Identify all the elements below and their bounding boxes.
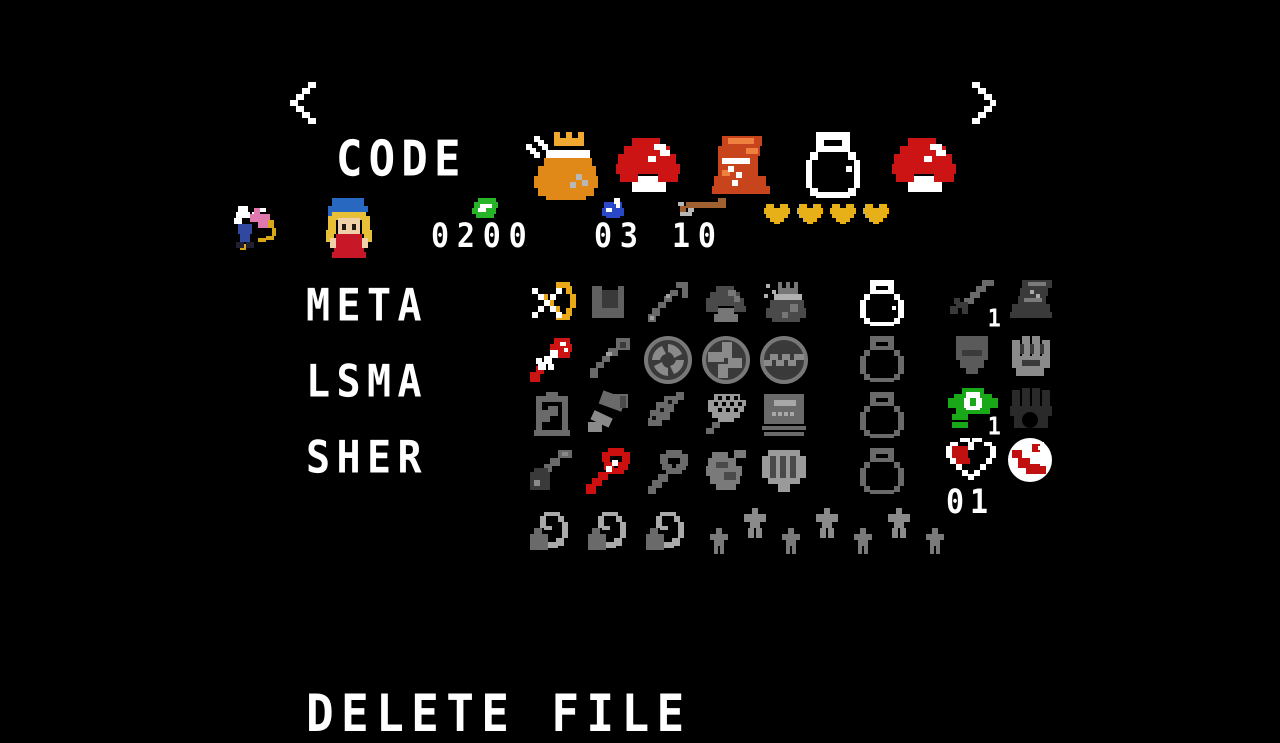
heart-icon [795,200,825,230]
cape-icon[interactable] [698,444,754,500]
heart-icon [762,200,792,230]
magic-cape-icon[interactable] [582,444,638,500]
crystal-row [706,504,946,564]
fire-rod-icon[interactable] [524,332,580,388]
bomb-bag-icon[interactable] [582,508,638,560]
crystal-icon[interactable] [884,506,914,546]
name-row-1: META [306,280,428,332]
ether-medallion-icon[interactable] [698,332,754,388]
bug-net-icon[interactable] [698,388,754,444]
gauntlet-icon[interactable] [1002,330,1060,384]
crystal-icon[interactable] [706,526,732,562]
player-sprite [316,194,380,264]
book-icon[interactable] [756,388,812,444]
sword-icon[interactable]: 1 [944,276,1002,332]
bomb-bag-icon[interactable] [524,508,580,560]
heart-container-row [762,200,891,230]
rupee-count: 0200 [431,216,535,257]
name-row-2: LSMA [306,356,428,408]
crystal-icon[interactable] [740,506,770,546]
bottle-slot-2[interactable] [852,332,912,388]
game-screen: CODE 0200 03 10 META LSMA SHER 1 1 01 DE… [0,0,1280,739]
tunic-icon[interactable]: 1 [944,384,1002,440]
fairy-sprite [228,196,290,262]
bombos-medallion-icon[interactable] [640,332,696,388]
next-file-arrow-icon[interactable] [962,80,996,124]
glove-boot-icon[interactable] [1002,276,1060,330]
name-row-3: SHER [306,432,428,484]
quake-medallion-icon[interactable] [756,332,812,388]
cane-byrna-icon[interactable] [640,444,696,500]
heart-icon [861,200,891,230]
file-header: CODE [0,62,1280,200]
shield-icon[interactable] [944,330,1002,384]
arrow-count: 10 [672,216,724,257]
mirror-icon[interactable] [756,444,812,500]
bottle-slot-3[interactable] [852,388,912,444]
bomb-bag-icon[interactable] [640,508,696,560]
lantern-icon[interactable] [524,388,580,444]
heart-piece-icon[interactable] [944,434,1002,488]
file-name-label: CODE [336,130,467,188]
ice-rod-icon[interactable] [582,332,638,388]
crystal-icon[interactable] [812,506,842,546]
shovel-icon[interactable] [524,444,580,500]
crystal-icon[interactable] [778,526,804,562]
boomerang-icon[interactable] [582,276,638,332]
heart-icon [828,200,858,230]
flute-icon[interactable] [640,388,696,444]
hookshot-icon[interactable] [640,276,696,332]
prev-file-arrow-icon[interactable] [284,80,318,124]
equipment-count: 01 [946,482,995,523]
bomb-count: 03 [594,216,646,257]
delete-file-button[interactable]: DELETE FILE [306,687,692,739]
hammer-icon[interactable] [582,388,638,444]
powder-bag-icon[interactable] [756,276,812,332]
bow-icon[interactable] [524,276,580,332]
moon-pearl-icon[interactable] [1002,434,1060,488]
crystal-icon[interactable] [850,526,876,562]
bottle-slot-1[interactable] [852,276,912,332]
flippers-icon[interactable] [1002,384,1060,438]
bottle-slot-4[interactable] [852,444,912,500]
crystal-icon[interactable] [922,526,948,562]
mushroom-icon[interactable] [698,276,754,332]
